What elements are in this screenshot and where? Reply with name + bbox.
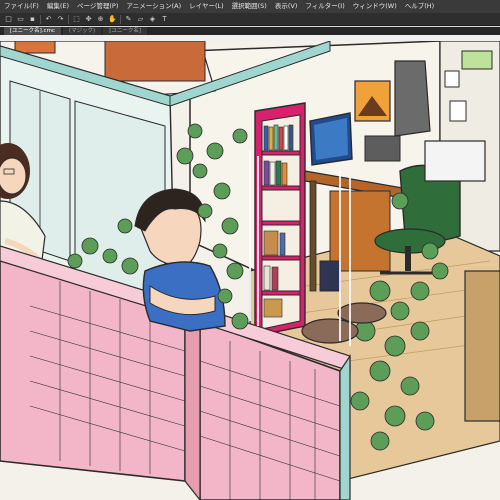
eraser-icon[interactable]: ▱ [136,15,145,24]
pen-icon[interactable]: ✎ [124,15,133,24]
menu-window[interactable]: ウィンドウ(W) [349,0,401,13]
pc-tower [319,260,341,292]
right-shelf [464,270,500,422]
tab-document-2[interactable]: (マジック) [62,27,102,35]
move-icon[interactable]: ✥ [84,15,93,24]
select-icon[interactable]: ⬚ [72,15,81,24]
tab-document-3[interactable]: [ユニーク名] [103,27,148,35]
toolbar-divider [120,14,121,24]
menu-selection[interactable]: 選択範囲(S) [228,0,271,13]
menu-file[interactable]: ファイル(F) [0,0,43,13]
undo-icon[interactable]: ↶ [44,15,53,24]
command-toolbar: □ ▭ ▪ ↶ ↷ ⬚ ✥ ⊕ ✋ ✎ ▱ ◈ T [0,13,500,26]
laptop [364,135,401,162]
top-shelf [104,41,206,82]
document-tab-bar: [ユニーク名].cmc (マジック) [ユニーク名] [0,27,500,35]
hanging-jacket [394,60,431,137]
open-icon[interactable]: ▭ [16,15,25,24]
save-icon[interactable]: ▪ [28,15,37,24]
illustration-canvas[interactable] [0,41,500,500]
menu-page[interactable]: ページ管理(P) [73,0,122,13]
menu-edit[interactable]: 編集(E) [43,0,73,13]
tab-document-1[interactable]: [ユニーク名].cmc [4,27,61,35]
menu-filter[interactable]: フィルター(I) [301,0,348,13]
menu-help[interactable]: ヘルプ(H) [401,0,438,13]
menu-layer[interactable]: レイヤー(L) [185,0,228,13]
hand-icon[interactable]: ✋ [108,15,117,24]
new-file-icon[interactable]: □ [4,15,13,24]
redo-icon[interactable]: ↷ [56,15,65,24]
menu-animation[interactable]: アニメーション(A) [122,0,185,13]
toolbar-divider [68,14,69,24]
fill-icon[interactable]: ◈ [148,15,157,24]
air-conditioner [424,140,486,182]
top-left-furniture [14,41,56,54]
menu-bar: ファイル(F) 編集(E) ページ管理(P) アニメーション(A) レイヤー(L… [0,0,500,13]
zoom-icon[interactable]: ⊕ [96,15,105,24]
toolbar-divider [40,14,41,24]
text-icon[interactable]: T [160,15,169,24]
menu-view[interactable]: 表示(V) [271,0,302,13]
magenta-bookshelf [254,102,306,337]
